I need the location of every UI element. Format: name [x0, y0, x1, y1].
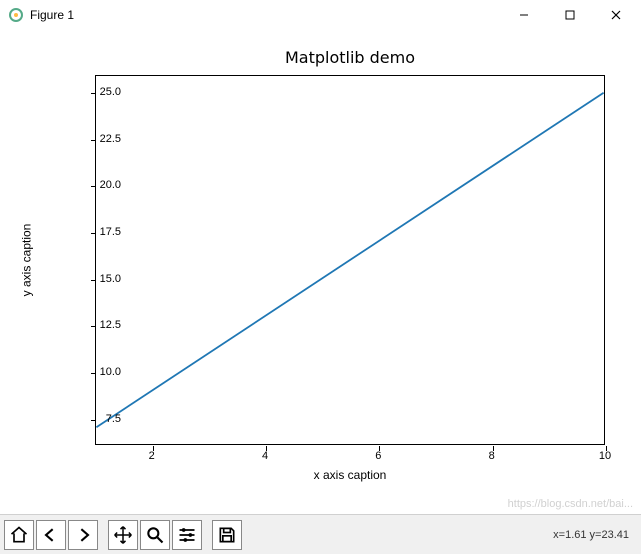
forward-button[interactable] [68, 520, 98, 550]
y-tick-label: 7.5 [81, 413, 121, 425]
plot-canvas[interactable]: Matplotlib demo y axis caption x axis ca… [0, 30, 641, 514]
close-button[interactable] [593, 0, 639, 30]
x-tick-label: 8 [489, 450, 495, 462]
x-axis-label: x axis caption [95, 468, 605, 482]
y-axis-label: y axis caption [18, 75, 34, 445]
app-icon [8, 7, 24, 23]
y-tick-label: 12.5 [81, 319, 121, 331]
maximize-button[interactable] [547, 0, 593, 30]
x-tick-label: 2 [149, 450, 155, 462]
window-controls [501, 0, 639, 30]
y-tick-label: 25.0 [81, 86, 121, 98]
home-button[interactable] [4, 520, 34, 550]
y-tick-label: 20.0 [81, 179, 121, 191]
y-tick-label: 17.5 [81, 226, 121, 238]
zoom-button[interactable] [140, 520, 170, 550]
chart-title: Matplotlib demo [95, 48, 605, 67]
y-tick-label: 10.0 [81, 366, 121, 378]
axes-frame [95, 75, 605, 445]
minimize-button[interactable] [501, 0, 547, 30]
back-button[interactable] [36, 520, 66, 550]
window-title: Figure 1 [30, 8, 74, 22]
x-tick-label: 10 [599, 450, 611, 462]
coordinate-readout: x=1.61 y=23.41 [553, 529, 637, 541]
window-titlebar: Figure 1 [0, 0, 641, 30]
line-layer [96, 76, 604, 444]
matplotlib-toolbar: x=1.61 y=23.41 [0, 514, 641, 554]
y-tick-label: 15.0 [81, 273, 121, 285]
series-line [96, 93, 603, 428]
save-button[interactable] [212, 520, 242, 550]
pan-button[interactable] [108, 520, 138, 550]
configure-subplots-button[interactable] [172, 520, 202, 550]
x-tick-label: 6 [375, 450, 381, 462]
y-tick-label: 22.5 [81, 133, 121, 145]
x-tick-label: 4 [262, 450, 268, 462]
